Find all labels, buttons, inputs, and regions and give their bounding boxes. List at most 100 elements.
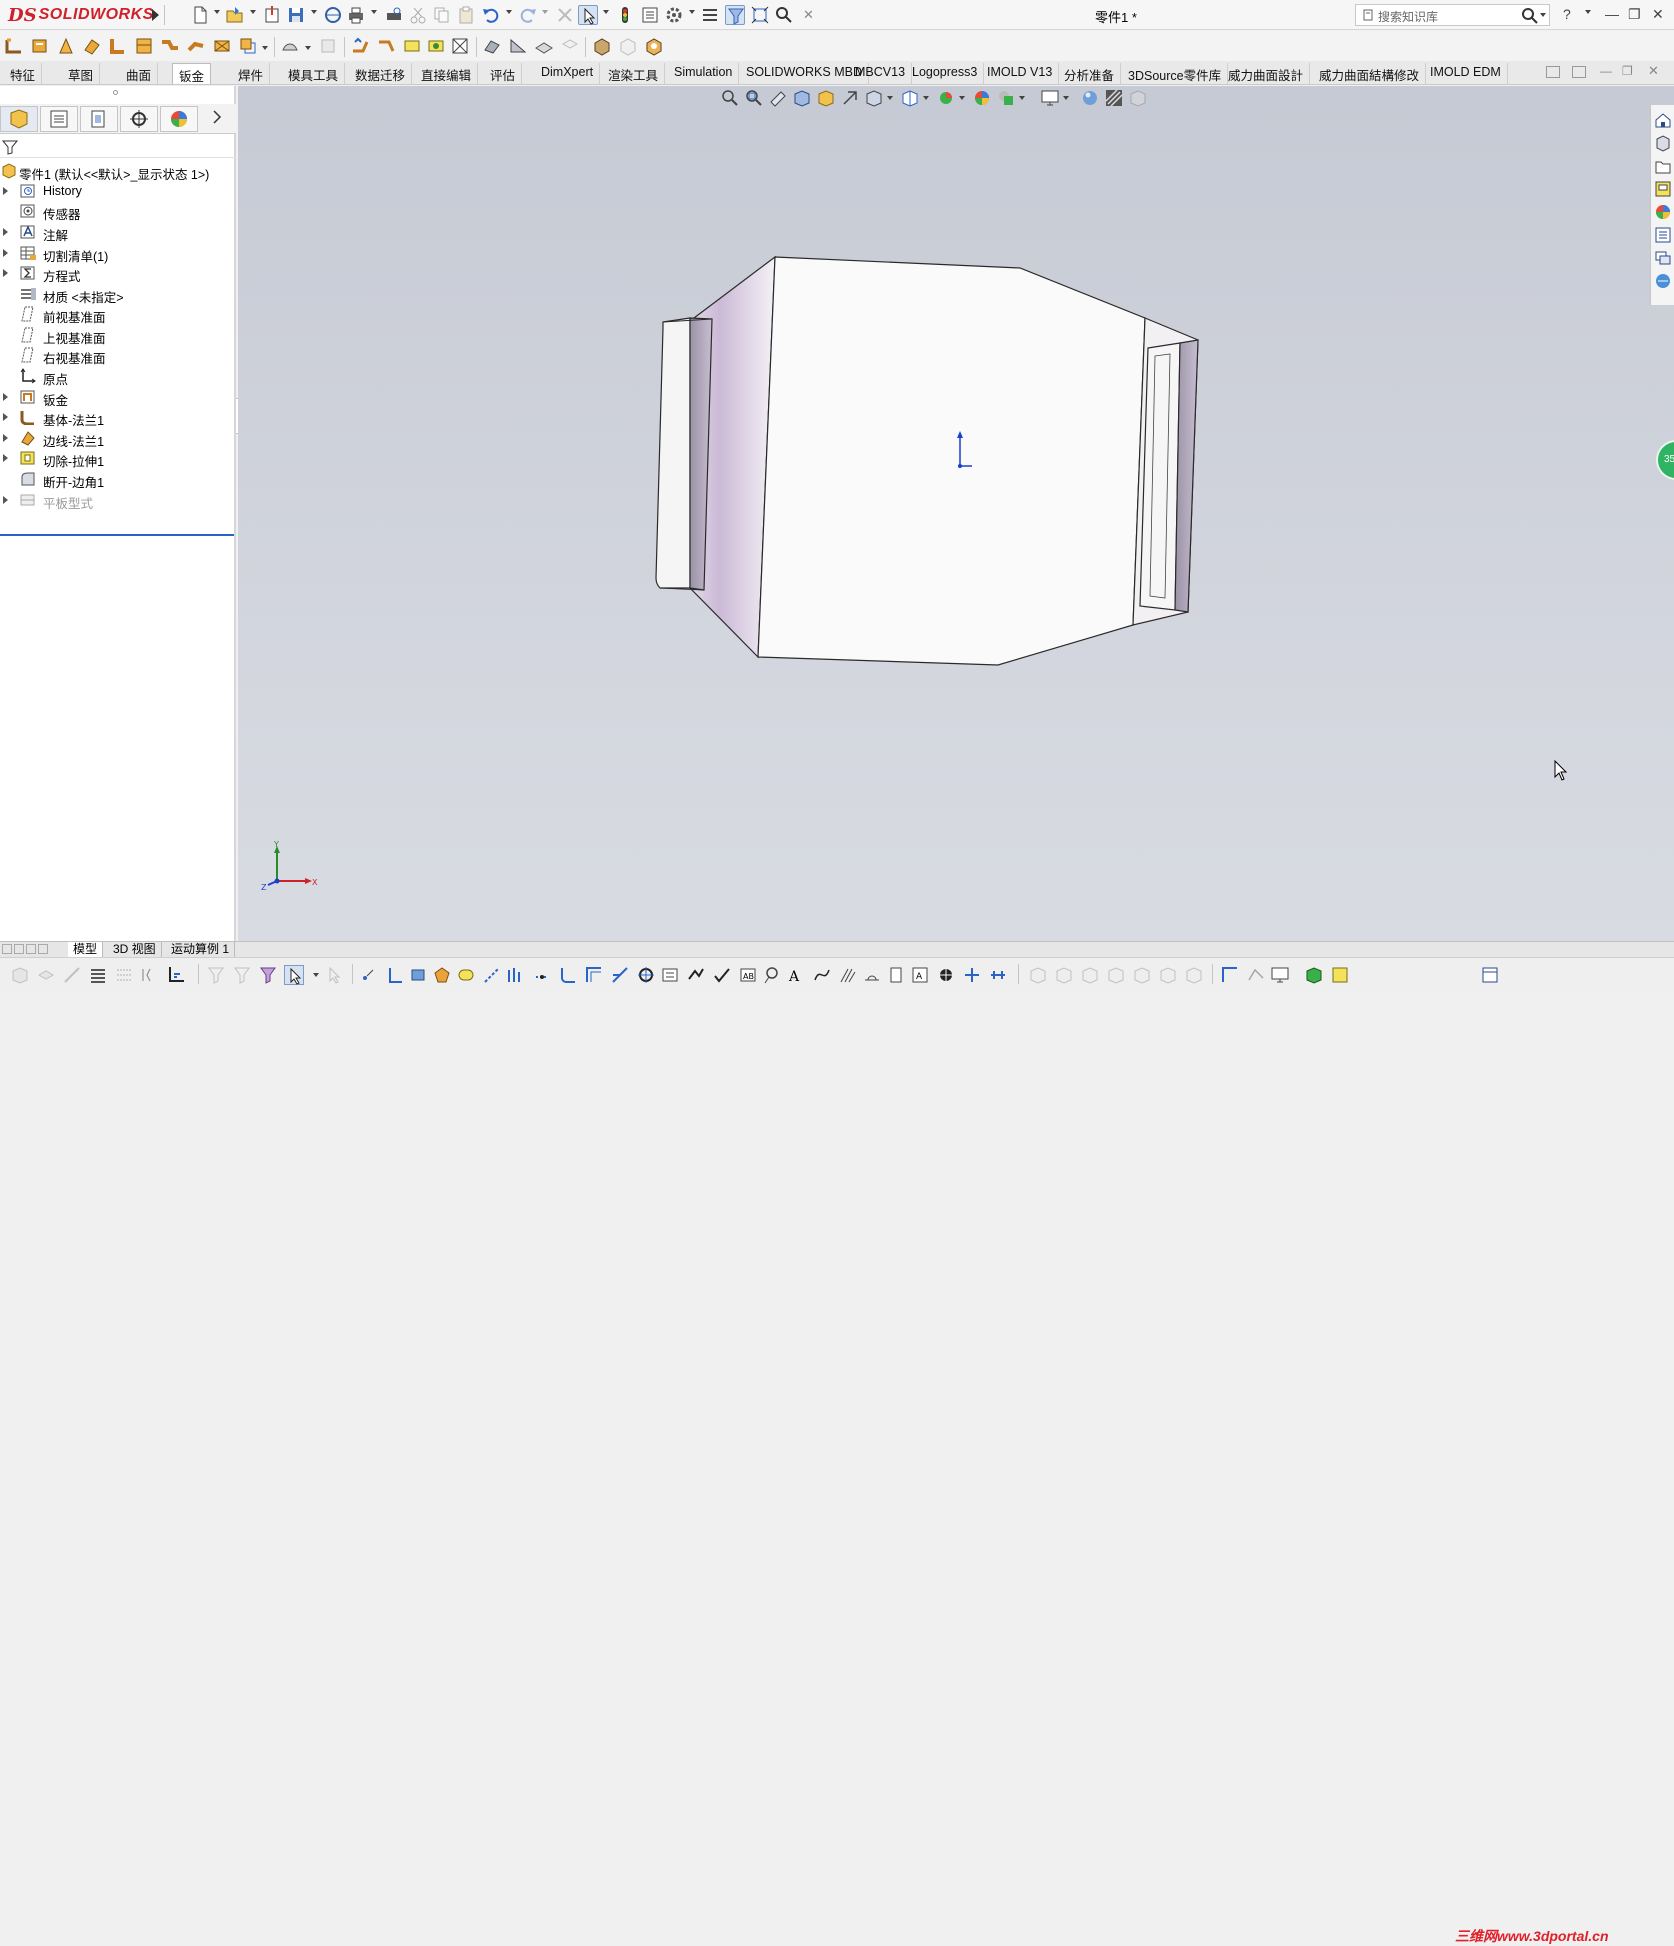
jog-icon[interactable]: [160, 36, 180, 56]
expand-arrow-icon[interactable]: [3, 496, 8, 504]
doc-close-icon[interactable]: ✕: [1648, 63, 1659, 79]
print-icon[interactable]: [346, 5, 366, 25]
home-icon[interactable]: [1654, 111, 1672, 129]
tree-item-material[interactable]: 材质 <未指定>: [0, 283, 236, 305]
tab-mbcv13[interactable]: MBCV13: [849, 63, 913, 84]
check-sketch-icon[interactable]: [712, 965, 732, 985]
filter-toggle-icon[interactable]: [258, 965, 278, 985]
restore-button[interactable]: ❐: [1628, 6, 1641, 23]
tab-power-surfacing-edit[interactable]: 威力曲面結構修改: [1313, 63, 1427, 84]
tree-item-sheet-metal[interactable]: 钣金: [0, 386, 236, 408]
tab-dimxpert[interactable]: DimXpert: [535, 63, 601, 84]
copy-icon[interactable]: [432, 5, 452, 25]
rebuild-icon[interactable]: [615, 5, 635, 25]
configuration-manager-tab-icon[interactable]: [80, 106, 118, 132]
3d-content-central-icon[interactable]: [1654, 272, 1672, 290]
scroll-prev-icon[interactable]: [14, 944, 24, 954]
panel-grip-icon[interactable]: [113, 90, 118, 95]
cut-icon[interactable]: [408, 5, 428, 25]
help-dropdown-icon[interactable]: [1585, 10, 1591, 14]
tab-and-slot-icon[interactable]: [534, 36, 554, 56]
insert-bends-icon[interactable]: [482, 36, 502, 56]
spline-icon[interactable]: [506, 965, 526, 985]
open-dropdown-icon[interactable]: [250, 10, 256, 14]
base-flange-tool-icon[interactable]: [4, 36, 24, 56]
smart-dimension-icon[interactable]: [62, 965, 82, 985]
normal-cut-icon[interactable]: [618, 36, 638, 56]
select-icon[interactable]: [578, 5, 598, 25]
new-file-icon[interactable]: [190, 5, 210, 25]
hem-icon[interactable]: [134, 36, 154, 56]
miter-flange-icon[interactable]: [108, 36, 128, 56]
display-monitor-icon[interactable]: [1270, 965, 1290, 985]
forum-icon[interactable]: [1654, 249, 1672, 267]
view-palette-icon[interactable]: [1654, 180, 1672, 198]
tab-power-surfacing-design[interactable]: 威力曲面設計: [1222, 63, 1311, 84]
fillet-sketch-icon[interactable]: [558, 965, 578, 985]
graphics-viewport[interactable]: Y X Z: [238, 86, 1674, 941]
select-dropdown-icon[interactable]: [603, 10, 609, 14]
hatch-icon[interactable]: [838, 965, 858, 985]
tab-evaluate[interactable]: 评估: [484, 63, 523, 84]
relation-icon[interactable]: [686, 965, 706, 985]
save-icon[interactable]: [286, 5, 306, 25]
3d-sketch-icon[interactable]: [1246, 965, 1266, 985]
tab-analysis-prep[interactable]: 分析准备: [1058, 63, 1122, 84]
trim-icon[interactable]: [610, 965, 630, 985]
tree-item-origin[interactable]: 原点: [0, 365, 236, 387]
tab-direct-editing[interactable]: 直接编辑: [415, 63, 479, 84]
property-manager-tab-icon[interactable]: [40, 106, 78, 132]
view-back-icon[interactable]: [1054, 965, 1074, 985]
web-icon[interactable]: [323, 5, 343, 25]
tree-filter[interactable]: [0, 136, 236, 158]
tab-mold-tools[interactable]: 模具工具: [282, 63, 346, 84]
expand-arrow-icon[interactable]: [3, 413, 8, 421]
redo-dropdown-icon[interactable]: [542, 10, 548, 14]
offset-entities-icon[interactable]: [584, 965, 604, 985]
zoom-icon[interactable]: [774, 5, 794, 25]
tab-model[interactable]: 模型: [68, 942, 104, 958]
extruded-cut-tool-icon[interactable]: [318, 36, 338, 56]
tab-surfaces[interactable]: 曲面: [120, 63, 159, 84]
tab-3dsource-library[interactable]: 3DSource零件库: [1122, 63, 1229, 84]
cross-break-icon[interactable]: [212, 36, 232, 56]
print-preview-icon[interactable]: [384, 5, 404, 25]
layers-icon[interactable]: [88, 965, 108, 985]
tab-sketch[interactable]: 草图: [62, 63, 101, 84]
close-button[interactable]: ✕: [1652, 6, 1664, 23]
expand-arrow-icon[interactable]: [3, 187, 8, 195]
feature-manager-tab-icon[interactable]: [0, 106, 38, 132]
balloon-icon[interactable]: [762, 965, 782, 985]
scroll-last-icon[interactable]: [38, 944, 48, 954]
tree-item-cut-extrude[interactable]: 切除-拉伸1: [0, 447, 236, 469]
import-icon[interactable]: [262, 5, 282, 25]
panel-more-chevron-icon[interactable]: [212, 109, 222, 128]
tab-motion-study[interactable]: 运动算例 1: [166, 942, 236, 958]
sheet-metal-gusset-icon[interactable]: [508, 36, 528, 56]
appearances-icon[interactable]: [1654, 203, 1672, 221]
tab-data-migration[interactable]: 数据迁移: [349, 63, 413, 84]
redo-icon[interactable]: [518, 5, 538, 25]
note-icon[interactable]: AB: [738, 965, 758, 985]
corners-icon[interactable]: [238, 36, 258, 56]
save-dropdown-icon[interactable]: [311, 10, 317, 14]
tree-item-history[interactable]: History: [0, 180, 236, 202]
search-dropdown-icon[interactable]: [1540, 13, 1546, 17]
view-right-icon[interactable]: [1106, 965, 1126, 985]
sheet-format-icon[interactable]: [1480, 965, 1500, 985]
file-explorer-icon[interactable]: [1654, 157, 1672, 175]
tree-item-break-corner[interactable]: 断开-边角1: [0, 468, 236, 490]
doc-restore-icon[interactable]: ❐: [1622, 64, 1633, 78]
design-library-icon[interactable]: [1654, 134, 1672, 152]
view-top-icon[interactable]: [1132, 965, 1152, 985]
show-icon[interactable]: [36, 965, 56, 985]
options-dropdown-icon[interactable]: [689, 10, 695, 14]
expand-arrow-icon[interactable]: [3, 228, 8, 236]
rip-icon[interactable]: [450, 36, 470, 56]
corners-dropdown-icon[interactable]: [262, 46, 268, 50]
datum-icon[interactable]: [886, 965, 906, 985]
panel-right-icon[interactable]: [1572, 66, 1586, 78]
rollback-bar[interactable]: [0, 534, 234, 536]
custom-properties-icon[interactable]: [1654, 226, 1672, 244]
sketch-curve-icon[interactable]: [812, 965, 832, 985]
